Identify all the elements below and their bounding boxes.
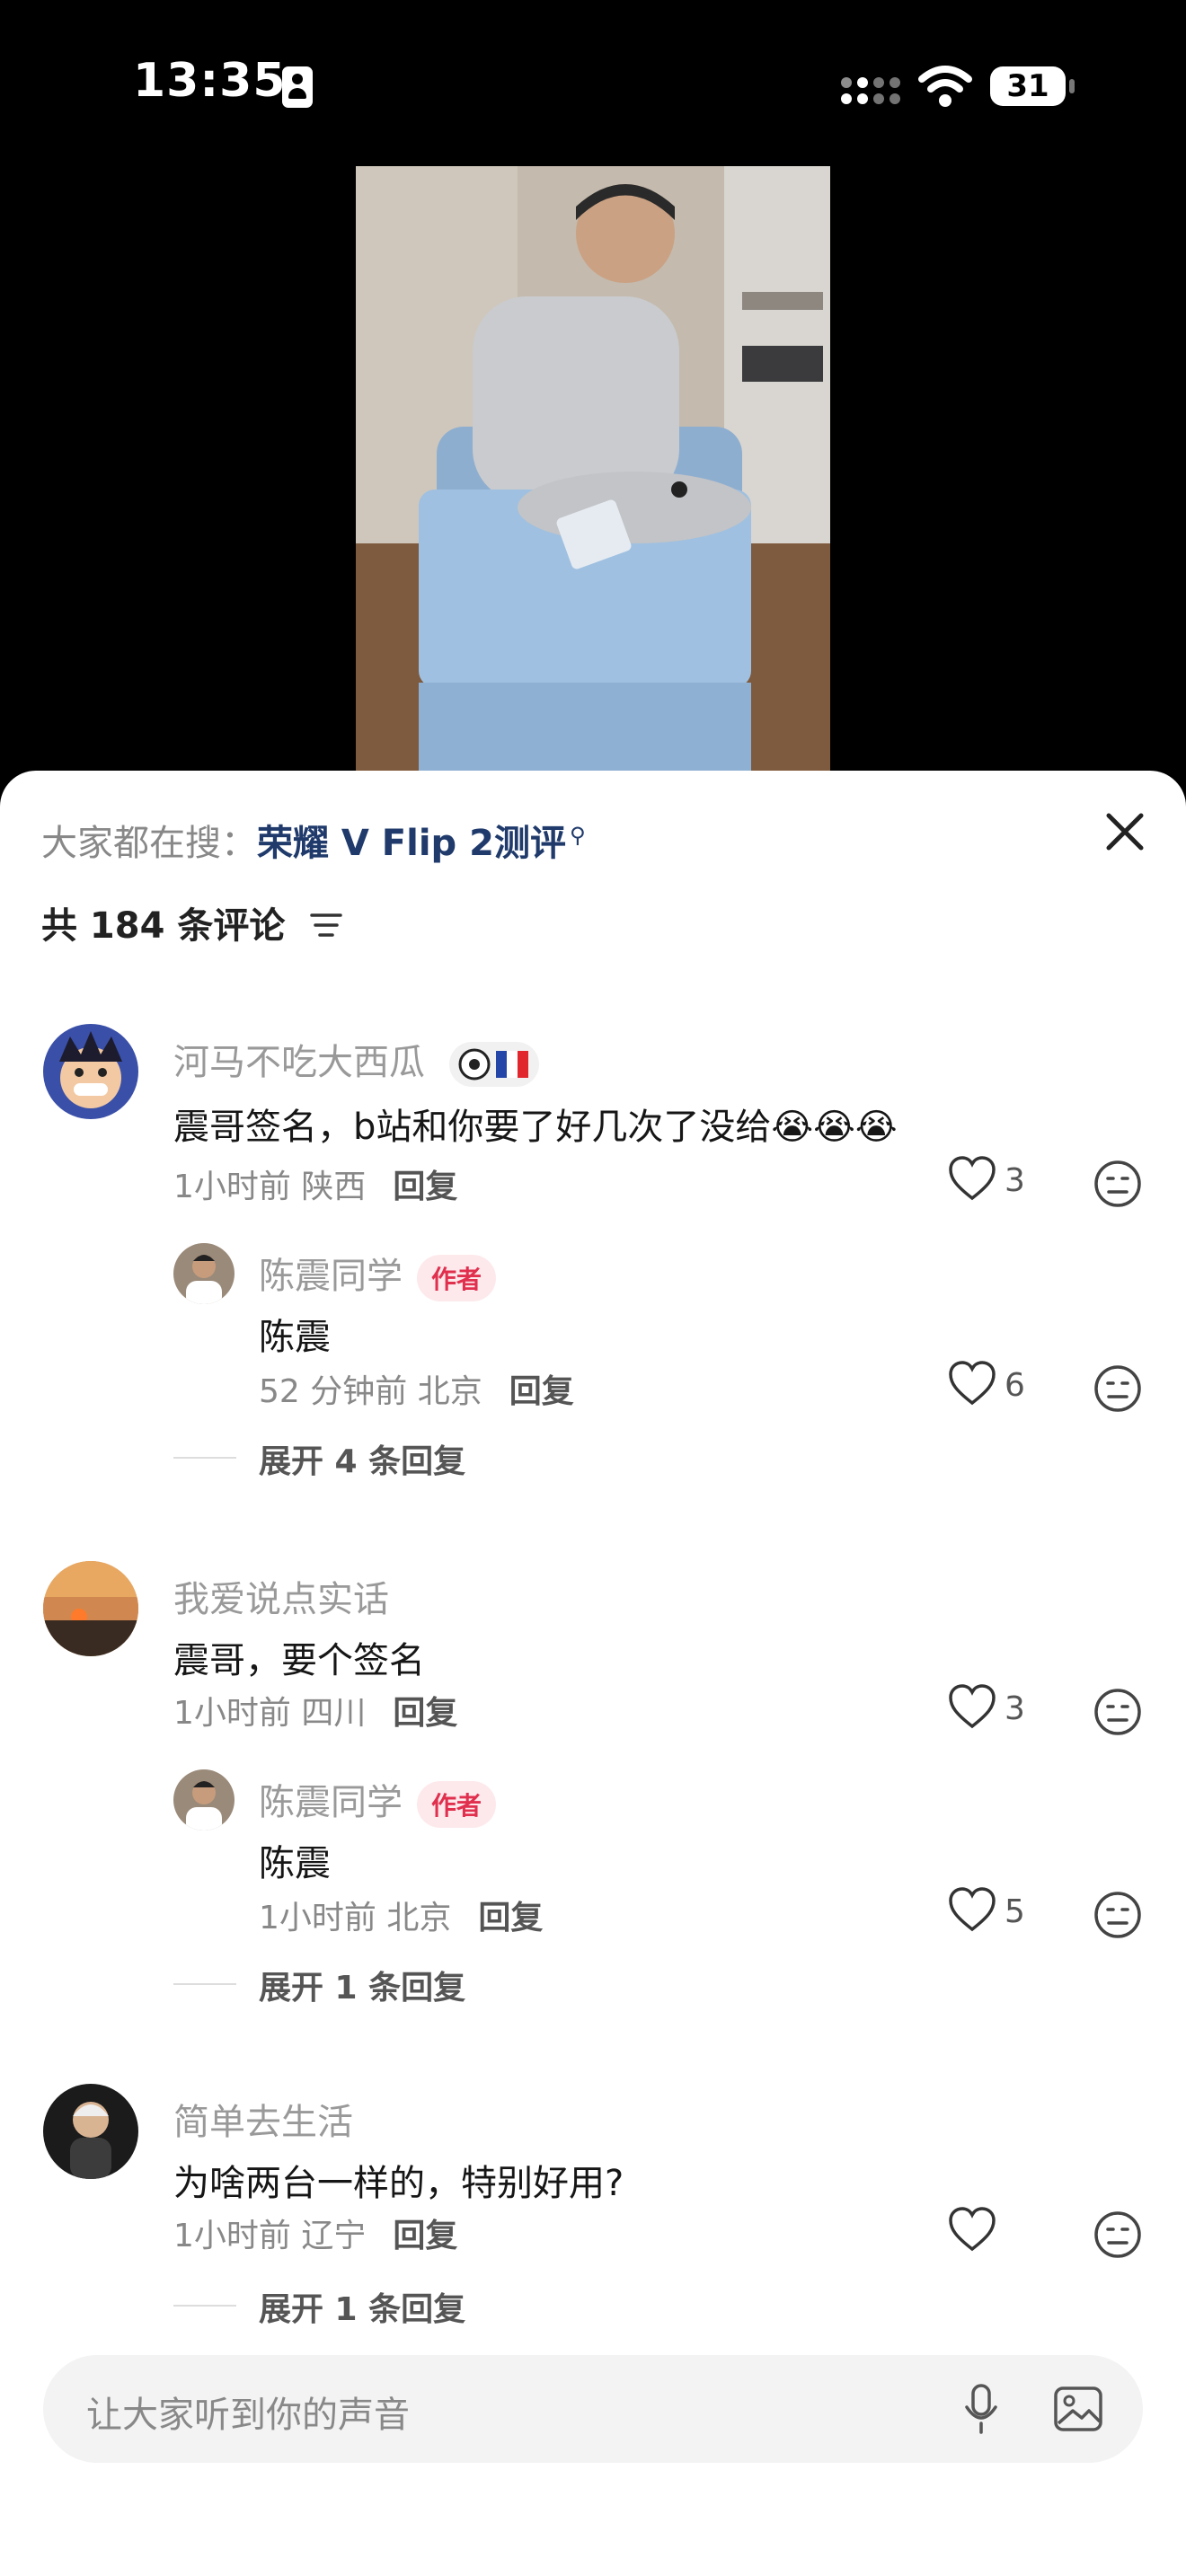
crying-emoji: 😭😭😭 bbox=[771, 1107, 898, 1148]
close-icon[interactable] bbox=[1098, 805, 1152, 859]
comment-text: 震哥签名，b站和你要了好几次了没给😭😭😭 bbox=[173, 1107, 898, 1148]
reply-button[interactable]: 回复 bbox=[478, 1900, 543, 1936]
search-keyword-link[interactable]: 荣耀 V Flip 2测评 bbox=[257, 823, 566, 864]
heart-icon bbox=[949, 1361, 996, 1406]
comment-meta: 1小时前 辽宁 回复 bbox=[173, 2210, 457, 2256]
heart-icon bbox=[949, 1684, 996, 1729]
like-button[interactable]: 3 bbox=[947, 1155, 1055, 1209]
comment-count-row[interactable]: 共 184 条评论 bbox=[41, 896, 344, 948]
emoji-reaction-icon[interactable] bbox=[1093, 1159, 1143, 1209]
image-picker-icon[interactable] bbox=[1053, 2386, 1103, 2432]
status-bar: 13:35 31 bbox=[0, 0, 1186, 171]
divider bbox=[173, 1983, 236, 1985]
author-badge: 作者 bbox=[417, 1255, 497, 1301]
like-button[interactable]: 3 bbox=[947, 1683, 1055, 1737]
comment-time: 1小时前 bbox=[173, 1695, 291, 1732]
expand-replies-button[interactable]: 展开 1 条回复 bbox=[259, 2283, 465, 2330]
search-icon: ⚲ bbox=[569, 822, 586, 848]
reply-time: 52 分钟前 bbox=[259, 1373, 408, 1410]
reply-button[interactable]: 回复 bbox=[509, 1373, 574, 1410]
emoji-reaction-icon[interactable] bbox=[1093, 1687, 1143, 1737]
heart-icon bbox=[949, 1156, 996, 1201]
emoji-reaction-icon[interactable] bbox=[1093, 2210, 1143, 2260]
comment-username[interactable]: 简单去生活 bbox=[173, 2093, 353, 2145]
heart-icon bbox=[949, 1887, 996, 1932]
like-button[interactable] bbox=[947, 2206, 1055, 2260]
like-count: 3 bbox=[1005, 1162, 1025, 1199]
status-time: 13:35 bbox=[133, 54, 287, 108]
comment-meta: 1小时前 陕西 回复 bbox=[173, 1160, 457, 1207]
reply-username[interactable]: 陈震同学 作者 bbox=[259, 1247, 497, 1301]
reply-button[interactable]: 回复 bbox=[393, 1169, 457, 1205]
reply-button[interactable]: 回复 bbox=[393, 2218, 457, 2254]
comment-count: 共 184 条评论 bbox=[41, 905, 286, 947]
emoji-reaction-icon[interactable] bbox=[1093, 1363, 1143, 1414]
video-preview[interactable] bbox=[356, 166, 830, 772]
like-count: 5 bbox=[1005, 1893, 1025, 1930]
like-count: 3 bbox=[1005, 1690, 1025, 1727]
cellular-signal-icon bbox=[839, 70, 902, 110]
comment-location: 辽宁 bbox=[301, 2218, 367, 2254]
battery-indicator: 31 bbox=[990, 66, 1075, 106]
reply-time: 1小时前 bbox=[259, 1900, 376, 1936]
avatar[interactable] bbox=[43, 1024, 138, 1119]
like-button[interactable]: 6 bbox=[947, 1360, 1055, 1414]
reply-meta: 52 分钟前 北京 回复 bbox=[259, 1365, 574, 1412]
divider bbox=[173, 1457, 236, 1459]
comment-text: 震哥，要个签名 bbox=[173, 1640, 425, 1681]
video-frame-image bbox=[356, 166, 830, 772]
reply-text: 陈震 bbox=[259, 1317, 331, 1358]
search-prefix: 大家都在搜： bbox=[41, 823, 257, 864]
avatar[interactable] bbox=[173, 1243, 235, 1304]
avatar[interactable] bbox=[43, 2084, 138, 2179]
author-badge: 作者 bbox=[417, 1781, 497, 1828]
search-suggestion[interactable]: 大家都在搜：荣耀 V Flip 2测评 ⚲ bbox=[41, 814, 586, 866]
reply-text: 陈震 bbox=[259, 1843, 331, 1884]
comment-username[interactable]: 我爱说点实话 bbox=[173, 1570, 389, 1622]
reply-location: 北京 bbox=[386, 1900, 452, 1936]
divider bbox=[173, 2305, 236, 2307]
wifi-icon bbox=[918, 66, 972, 107]
reply-meta: 1小时前 北京 回复 bbox=[259, 1892, 543, 1938]
battery-level: 31 bbox=[1006, 68, 1049, 104]
comment-time: 1小时前 bbox=[173, 2218, 291, 2254]
like-button[interactable]: 5 bbox=[947, 1886, 1055, 1940]
comment-username[interactable]: 河马不吃大西瓜 bbox=[173, 1033, 539, 1087]
reply-location: 北京 bbox=[417, 1373, 482, 1410]
comment-location: 四川 bbox=[301, 1695, 367, 1732]
emoji-reaction-icon[interactable] bbox=[1093, 1890, 1143, 1940]
expand-replies-button[interactable]: 展开 4 条回复 bbox=[259, 1435, 465, 1482]
reply-button[interactable]: 回复 bbox=[393, 1695, 457, 1732]
sort-filter-icon[interactable] bbox=[308, 910, 344, 940]
expand-replies-button[interactable]: 展开 1 条回复 bbox=[259, 1962, 465, 2008]
comment-location: 陕西 bbox=[301, 1169, 367, 1205]
comment-input[interactable]: 让大家听到你的声音 bbox=[43, 2355, 1143, 2463]
comment-sheet: 大家都在搜：荣耀 V Flip 2测评⚲ 共 184 条评论 河马不吃大西瓜 bbox=[0, 771, 1186, 2576]
comment-text: 为啥两台一样的，特别好用? bbox=[173, 2163, 624, 2204]
comment-time: 1小时前 bbox=[173, 1169, 291, 1205]
avatar[interactable] bbox=[173, 1769, 235, 1831]
microphone-icon[interactable] bbox=[963, 2382, 999, 2436]
comment-input-placeholder: 让大家听到你的声音 bbox=[86, 2395, 410, 2436]
comment-meta: 1小时前 四川 回复 bbox=[173, 1687, 457, 1734]
contact-card-icon bbox=[282, 66, 313, 108]
like-count: 6 bbox=[1005, 1367, 1025, 1404]
heart-icon bbox=[949, 2207, 996, 2252]
football-france-badge bbox=[448, 1042, 539, 1087]
reply-username[interactable]: 陈震同学 作者 bbox=[259, 1773, 497, 1828]
avatar[interactable] bbox=[43, 1561, 138, 1656]
